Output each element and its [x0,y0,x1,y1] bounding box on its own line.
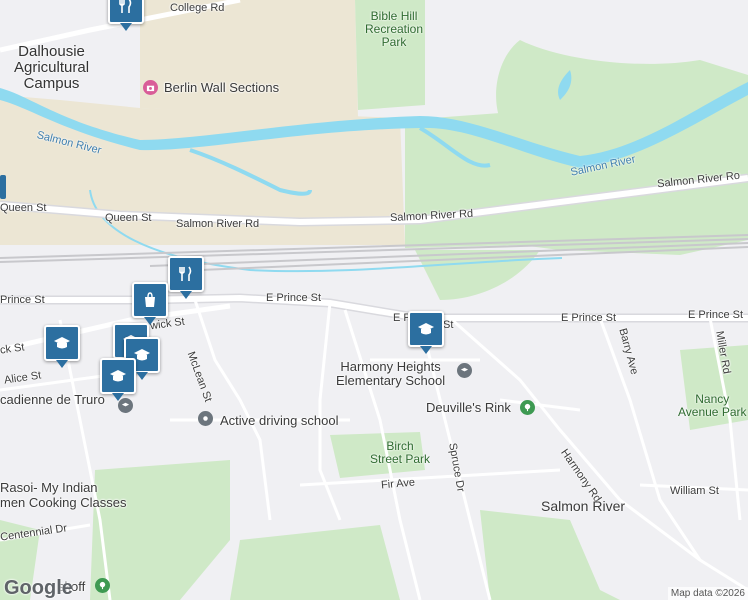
skoff-park-icon[interactable] [95,578,110,593]
museum-icon[interactable] [143,80,158,95]
restaurant-pin[interactable] [168,256,204,299]
e-prince-st-label-4: E Prince St [688,309,744,321]
nancy-park-label: Nancy Avenue Park [678,392,747,419]
active-driving-label: Active driving school [220,413,339,428]
green-southeast [480,510,620,600]
restaurant-icon [179,266,192,281]
shopping-bag-icon [145,292,155,307]
driving-school-icon[interactable] [198,411,213,426]
edge-marker[interactable] [0,175,6,199]
park-icon[interactable] [520,400,535,415]
e-prince-st-label-1: E Prince St [266,292,322,304]
harmony-heights-label: Harmony Heights Elementary School [336,359,446,388]
restaurant-icon [119,0,132,13]
berlin-wall-label: Berlin Wall Sections [164,80,280,95]
google-logo: Google [4,577,73,599]
shopping-pin[interactable] [132,282,168,325]
campus-upper [140,0,358,118]
school-pin-4[interactable] [100,358,136,401]
college-rd-label: College Rd [170,2,225,14]
green-south [230,525,400,600]
rasoi-label: Rasoi- My Indian men Cooking Classes [0,480,127,510]
salmon-river-area-label: Salmon River [541,498,626,514]
prince-st-road-inner [0,294,748,321]
school-icon [418,323,434,335]
school-pin-1[interactable] [44,325,80,368]
e-prince-st-label-2b: St [443,319,454,331]
william-st-label: William St [670,485,719,497]
queen-st-left-label: Queen St [0,202,47,214]
deuvilles-rink-label: Deuville's Rink [426,400,511,415]
e-prince-st-label-3: E Prince St [561,312,617,324]
school-icon [54,337,70,349]
dalhousie-campus-label: Dalhousie Agricultural Campus [14,43,90,92]
map-canvas[interactable] [0,0,748,600]
bible-hill-park-label: Bible Hill Recreation Park [365,9,424,49]
birch-park-label: Birch Street Park [370,439,431,466]
acadienne-label: cadienne de Truro [0,392,105,407]
school-pin-5[interactable] [408,311,444,354]
school-icon [110,370,126,382]
school-circle-icon[interactable] [457,363,472,378]
salmon-river-rd-label-1: Salmon River Rd [176,218,260,230]
prince-st-left-label: Prince St [0,294,45,306]
map-attribution[interactable]: Map data ©2026 [667,587,748,600]
restaurant-pin-top[interactable] [108,0,144,31]
queen-st-label: Queen St [105,212,152,224]
